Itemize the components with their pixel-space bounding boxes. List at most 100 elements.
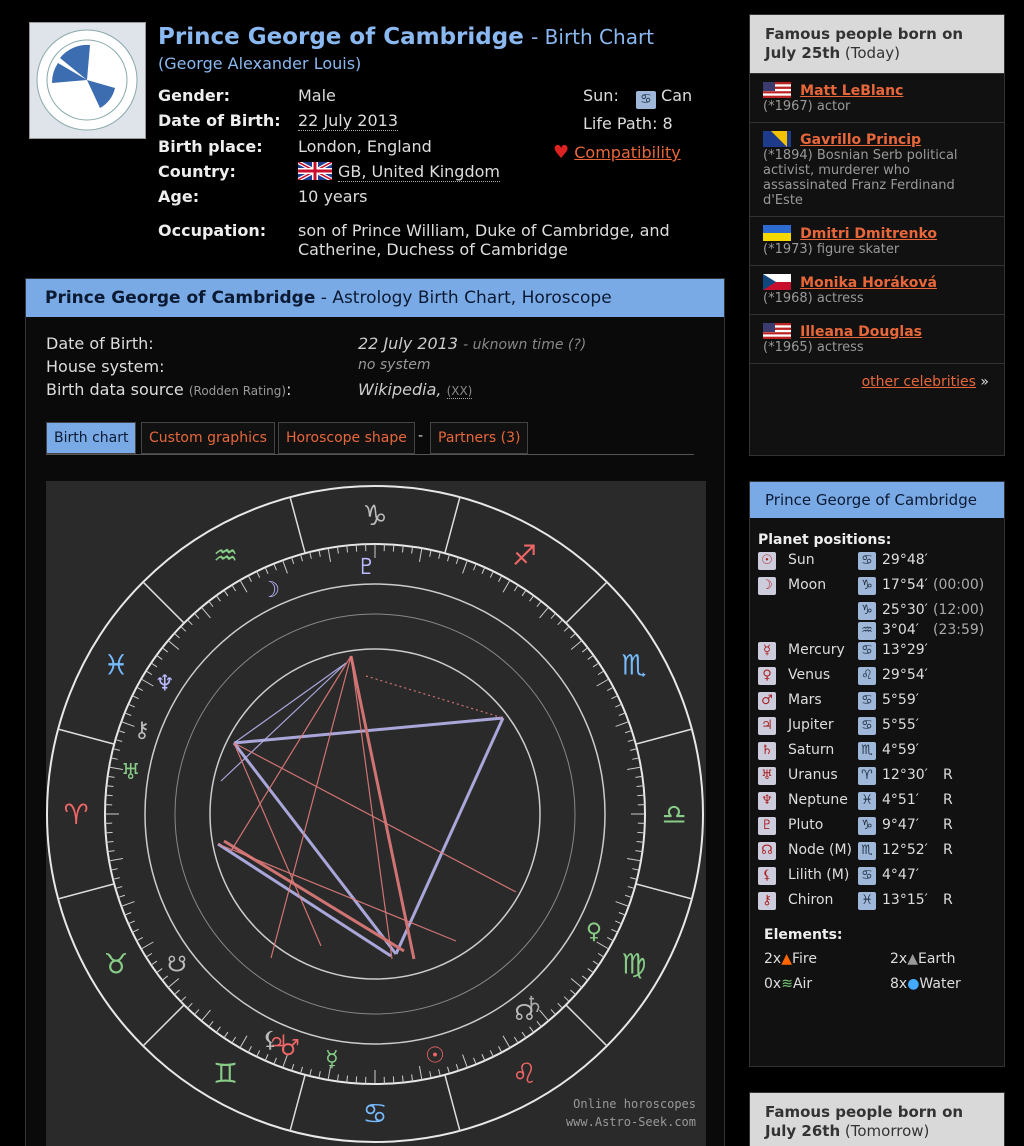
tab-birth-chart[interactable]: Birth chart — [46, 422, 137, 454]
planet-degree: 4°51′ — [882, 792, 919, 808]
planet-glyph: ☉ — [425, 1044, 445, 1069]
planet-row: ♒ 3°04′ (23:59) — [758, 622, 1004, 642]
planet-row: ♄ Saturn ♏ 4°59′ — [758, 742, 1004, 767]
zodiac-glyph: ♓ — [104, 649, 129, 682]
famous-tomorrow-heading: Famous people born on — [765, 1103, 964, 1121]
unknown-time[interactable]: - uknown time (?) — [463, 337, 586, 353]
tab-custom-graphics[interactable]: Custom graphics — [141, 422, 275, 454]
country-value[interactable]: GB, United Kingdom — [298, 162, 500, 182]
planet-name: Chiron — [788, 892, 834, 908]
age-label: Age: — [158, 187, 200, 206]
planet-glyph: ☿ — [325, 1047, 339, 1072]
source-value: Wikipedia, (XX) — [358, 380, 473, 399]
celebrity-desc: (*1973) figure skater — [763, 242, 900, 257]
elements-grid: 2x▲Fire 2x▲Earth 0x≋Air 8x●Water — [764, 947, 1004, 997]
planet-row: ♅ Uranus ♈ 12°30′ R — [758, 767, 1004, 792]
gender-value: Male — [298, 86, 336, 105]
saturn-icon: ♄ — [758, 742, 776, 760]
famous-today-box: Famous people born on July 25th (Today) … — [749, 14, 1005, 456]
celebrity-link[interactable]: Illeana Douglas — [800, 324, 922, 340]
zodiac-glyph: ♐ — [512, 539, 537, 572]
planet-row: ☊ Node (M) ♏ 12°52′ R — [758, 842, 1004, 867]
planet-row: ☉ Sun ♋ 29°48′ — [758, 552, 1004, 577]
planet-row: ♇ Pluto ♑ 9°47′ R — [758, 817, 1004, 842]
famous-tomorrow-box: Famous people born on July 26th (Tomorro… — [749, 1092, 1005, 1146]
planet-glyph: ⚷ — [134, 718, 150, 743]
panel-title-rest: - Astrology Birth Chart, Horoscope — [320, 288, 612, 308]
mercury-icon: ☿ — [758, 642, 776, 660]
house-system-row: House system: no system — [46, 357, 706, 376]
element-fire: 2x▲Fire — [764, 951, 817, 967]
celebrity-link[interactable]: Dmitri Dmitrenko — [800, 226, 937, 242]
dob-label: Date of Birth: — [158, 111, 281, 130]
zodiac-glyph: ♋ — [362, 1097, 387, 1130]
dob-value[interactable]: 22 July 2013 — [298, 111, 399, 131]
planet-glyph: ♅ — [121, 760, 141, 785]
house-label: House system: — [46, 357, 165, 376]
element-water: 8x●Water — [890, 976, 961, 992]
famous-today-date: July 25th — [765, 44, 841, 62]
lilith-icon: ⚸ — [758, 867, 776, 885]
watermark-line-1: Online horoscopes — [573, 1097, 696, 1111]
cancer-icon: ♋ — [635, 91, 656, 109]
celebrity-link[interactable]: Matt LeBlanc — [800, 83, 903, 99]
rodden-rating: (Rodden Rating) — [188, 384, 287, 398]
element-air: 0x≋Air — [764, 976, 813, 992]
neptune-icon: ♆ — [758, 792, 776, 810]
planet-name: Mars — [788, 692, 822, 708]
compatibility-link[interactable]: ♥ Compatibility — [553, 142, 681, 163]
chart-thumbnail[interactable] — [29, 22, 146, 139]
planet-name: Venus — [788, 667, 831, 683]
pluto-icon: ♇ — [758, 817, 776, 835]
retrograde-mark: R — [943, 892, 953, 908]
planet-name: Mercury — [788, 642, 845, 658]
planet-glyph: ☊ — [514, 1001, 534, 1026]
compatibility-anchor[interactable]: Compatibility — [574, 143, 680, 162]
planet-row: ♀ Venus ♌ 29°54′ — [758, 667, 1004, 692]
node-icon: ☊ — [758, 842, 776, 860]
celebrity-item: Illeana Douglas (*1965) actress — [750, 314, 1004, 363]
planet-row: ⚷ Chiron ♓ 13°15′ R — [758, 892, 1004, 917]
tab-partners[interactable]: Partners (3) — [430, 422, 529, 454]
zodiac-sign-icon: ♑ — [858, 577, 876, 595]
person-alias: (George Alexander Louis) — [158, 54, 362, 73]
planet-degree: 12°52′ — [882, 842, 928, 858]
planet-name: Sun — [788, 552, 815, 568]
czech-flag-icon — [763, 274, 791, 290]
zodiac-sign-icon: ♋ — [858, 717, 876, 735]
planet-degree: 4°47′ — [882, 867, 919, 883]
planet-name: Jupiter — [788, 717, 834, 733]
planet-glyph: ☋ — [167, 952, 187, 977]
planet-glyph: ♆ — [155, 672, 175, 697]
celebrity-item: Matt LeBlanc (*1967) actor — [750, 73, 1004, 122]
watermark-line-2: www.Astro-Seek.com — [566, 1115, 696, 1129]
planet-degree: 5°59′ — [882, 692, 919, 708]
zodiac-sign-icon: ♋ — [858, 642, 876, 660]
celebrity-link[interactable]: Gavrillo Princip — [800, 132, 921, 148]
other-celebrities-link[interactable]: other celebrities — [862, 374, 976, 390]
planet-time: (00:00) — [933, 577, 985, 593]
planet-name: Moon — [788, 577, 827, 593]
zodiac-glyph: ♈ — [63, 798, 88, 831]
celebrity-link[interactable]: Monika Horáková — [800, 275, 937, 291]
planet-row: ♃ Jupiter ♋ 5°55′ — [758, 717, 1004, 742]
tab-separator: - — [418, 428, 424, 444]
planet-glyph: ☽ — [260, 578, 280, 603]
tab-horoscope-shape[interactable]: Horoscope shape — [278, 422, 415, 454]
zodiac-sign-icon: ♓ — [858, 792, 876, 810]
planet-row: ☿ Mercury ♋ 13°29′ — [758, 642, 1004, 667]
planet-glyph: ♀ — [586, 919, 602, 944]
zodiac-sign-icon: ♋ — [858, 552, 876, 570]
age-value: 10 years — [298, 187, 368, 206]
planet-name: Saturn — [788, 742, 835, 758]
zodiac-sign-icon: ♓ — [858, 892, 876, 910]
retrograde-mark: R — [943, 792, 953, 808]
planet-time: (23:59) — [933, 622, 985, 638]
chart-wheel-svg: ♎♍♌♋♊♉♈♓♒♑♐♏☉☽☿♀♂♃♄♅♆♇☊☋⚷⚸ Online horosc… — [46, 485, 704, 1143]
zodiac-glyph: ♏ — [621, 649, 646, 682]
person-name: Prince George of Cambridge — [158, 24, 524, 50]
planet-row: ♂ Mars ♋ 5°59′ — [758, 692, 1004, 717]
planet-list: ☉ Sun ♋ 29°48′ ☽ Moon ♑ 17°54′ (00:00) ♑ 25°30′ (12… — [758, 552, 1004, 917]
house-value: no system — [358, 357, 431, 373]
rating-xx[interactable]: (XX) — [446, 384, 473, 399]
